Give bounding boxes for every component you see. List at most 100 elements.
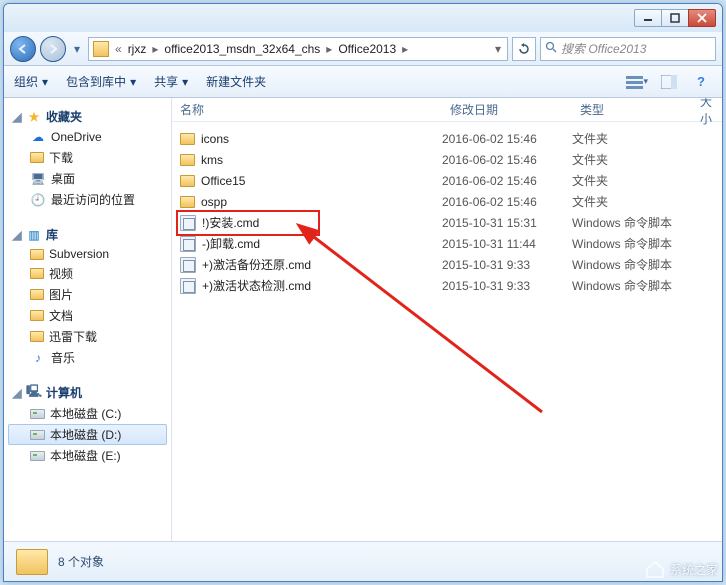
- file-row[interactable]: +)激活状态检测.cmd 2015-10-31 9:33Windows 命令脚本: [172, 275, 722, 296]
- explorer-body: ◢★收藏夹 ☁OneDrive 下载 🖥桌面 🕘最近访问的位置 ◢▥库 Subv…: [4, 98, 722, 541]
- recent-icon: 🕘: [30, 192, 46, 208]
- library-icon: ▥: [26, 227, 42, 243]
- folder-icon: [30, 289, 44, 300]
- file-type: Windows 命令脚本: [572, 256, 692, 273]
- minimize-button[interactable]: [634, 9, 662, 27]
- column-name[interactable]: 名称: [172, 101, 442, 118]
- navigation-pane[interactable]: ◢★收藏夹 ☁OneDrive 下载 🖥桌面 🕘最近访问的位置 ◢▥库 Subv…: [4, 98, 172, 541]
- drive-icon: [30, 430, 45, 440]
- drive-icon: [30, 409, 45, 419]
- preview-pane-button[interactable]: [658, 74, 680, 90]
- nav-xunlei[interactable]: 迅雷下载: [8, 326, 167, 347]
- maximize-button[interactable]: [661, 9, 689, 27]
- favorites-group[interactable]: ◢★收藏夹: [8, 106, 167, 127]
- file-name: +)激活状态检测.cmd: [202, 277, 311, 294]
- file-name: icons: [201, 132, 229, 146]
- star-icon: ★: [26, 109, 42, 125]
- nav-recent[interactable]: 🕘最近访问的位置: [8, 189, 167, 210]
- file-row[interactable]: -)卸载.cmd 2015-10-31 11:44Windows 命令脚本: [172, 233, 722, 254]
- file-name: -)卸载.cmd: [202, 235, 260, 252]
- file-date: 2015-10-31 9:33: [442, 279, 572, 293]
- organize-menu[interactable]: 组织 ▾: [14, 73, 48, 90]
- computer-group[interactable]: ◢🖳计算机: [8, 382, 167, 403]
- cloud-icon: ☁: [30, 129, 46, 145]
- titlebar: [4, 4, 722, 32]
- file-type: Windows 命令脚本: [572, 235, 692, 252]
- script-icon: [180, 278, 196, 294]
- folder-icon: [30, 152, 44, 163]
- folder-icon: [30, 331, 44, 342]
- file-date: 2016-06-02 15:46: [442, 174, 572, 188]
- search-input[interactable]: 搜索 Office2013: [540, 37, 716, 61]
- breadcrumb-segment[interactable]: office2013_msdn_32x64_chs: [160, 42, 324, 56]
- folder-icon: [180, 196, 195, 208]
- help-button[interactable]: ?: [690, 74, 712, 90]
- new-folder-button[interactable]: 新建文件夹: [206, 73, 266, 90]
- chevron-right-icon: ▸: [324, 42, 334, 56]
- search-icon: [545, 41, 557, 56]
- share-menu[interactable]: 共享 ▾: [154, 73, 188, 90]
- collapse-icon: ◢: [12, 110, 22, 124]
- file-type: 文件夹: [572, 130, 692, 147]
- chevron-down-icon: ▾: [182, 75, 188, 89]
- column-date[interactable]: 修改日期: [442, 101, 572, 118]
- folder-icon: [180, 154, 195, 166]
- file-row[interactable]: kms2016-06-02 15:46文件夹: [172, 149, 722, 170]
- nav-subversion[interactable]: Subversion: [8, 245, 167, 263]
- folder-icon: [16, 549, 48, 575]
- file-list-pane: 名称 修改日期 类型 大小 icons2016-06-02 15:46文件夹km…: [172, 98, 722, 541]
- nav-desktop[interactable]: 🖥桌面: [8, 168, 167, 189]
- drive-icon: [30, 451, 45, 461]
- desktop-icon: 🖥: [30, 171, 46, 187]
- nav-pictures[interactable]: 图片: [8, 284, 167, 305]
- file-name: kms: [201, 153, 223, 167]
- file-date: 2015-10-31 11:44: [442, 237, 572, 251]
- file-row[interactable]: !)安装.cmd2015-10-31 15:31Windows 命令脚本: [172, 212, 722, 233]
- nav-drive-e[interactable]: 本地磁盘 (E:): [8, 445, 167, 466]
- folder-icon: [30, 310, 44, 321]
- folder-icon: [30, 249, 44, 260]
- column-header-row: 名称 修改日期 类型 大小: [172, 98, 722, 122]
- nav-music[interactable]: ♪音乐: [8, 347, 167, 368]
- file-row[interactable]: ospp2016-06-02 15:46文件夹: [172, 191, 722, 212]
- nav-documents[interactable]: 文档: [8, 305, 167, 326]
- status-bar: 8 个对象: [4, 541, 722, 581]
- nav-drive-d[interactable]: 本地磁盘 (D:): [8, 424, 167, 445]
- forward-button[interactable]: [40, 36, 66, 62]
- libraries-group[interactable]: ◢▥库: [8, 224, 167, 245]
- breadcrumb-segment[interactable]: Office2013: [334, 42, 400, 56]
- chevron-down-icon: ▾: [643, 76, 648, 87]
- nav-videos[interactable]: 视频: [8, 263, 167, 284]
- collapse-icon: ◢: [12, 228, 22, 242]
- refresh-button[interactable]: [512, 37, 536, 61]
- breadcrumb-segment[interactable]: rjxz: [124, 42, 151, 56]
- file-type: 文件夹: [572, 172, 692, 189]
- nav-downloads[interactable]: 下载: [8, 147, 167, 168]
- breadcrumb[interactable]: « rjxz ▸ office2013_msdn_32x64_chs ▸ Off…: [88, 37, 508, 61]
- view-options-button[interactable]: ▾: [626, 74, 648, 90]
- file-list[interactable]: icons2016-06-02 15:46文件夹kms2016-06-02 15…: [172, 122, 722, 302]
- nav-drive-c[interactable]: 本地磁盘 (C:): [8, 403, 167, 424]
- include-in-library-menu[interactable]: 包含到库中 ▾: [66, 73, 136, 90]
- file-name: !)安装.cmd: [202, 214, 259, 231]
- explorer-window: ▾ « rjxz ▸ office2013_msdn_32x64_chs ▸ O…: [3, 3, 723, 582]
- close-button[interactable]: [688, 9, 716, 27]
- nav-history-dropdown[interactable]: ▾: [70, 39, 84, 59]
- column-type[interactable]: 类型: [572, 101, 692, 118]
- file-row[interactable]: icons2016-06-02 15:46文件夹: [172, 128, 722, 149]
- chevron-right-icon: ▸: [400, 42, 410, 56]
- nav-onedrive[interactable]: ☁OneDrive: [8, 127, 167, 147]
- chevron-down-icon: ▾: [42, 75, 48, 89]
- breadcrumb-dropdown[interactable]: ▾: [493, 42, 503, 56]
- folder-icon: [30, 268, 44, 279]
- chevron-down-icon: ▾: [130, 75, 136, 89]
- folder-icon: [93, 41, 109, 57]
- chevron-right-icon: ▸: [150, 42, 160, 56]
- file-type: 文件夹: [572, 193, 692, 210]
- back-button[interactable]: [10, 36, 36, 62]
- file-row[interactable]: Office152016-06-02 15:46文件夹: [172, 170, 722, 191]
- file-type: Windows 命令脚本: [572, 277, 692, 294]
- file-row[interactable]: +)激活备份还原.cmd2015-10-31 9:33Windows 命令脚本: [172, 254, 722, 275]
- collapse-icon: ◢: [12, 386, 22, 400]
- file-type: 文件夹: [572, 151, 692, 168]
